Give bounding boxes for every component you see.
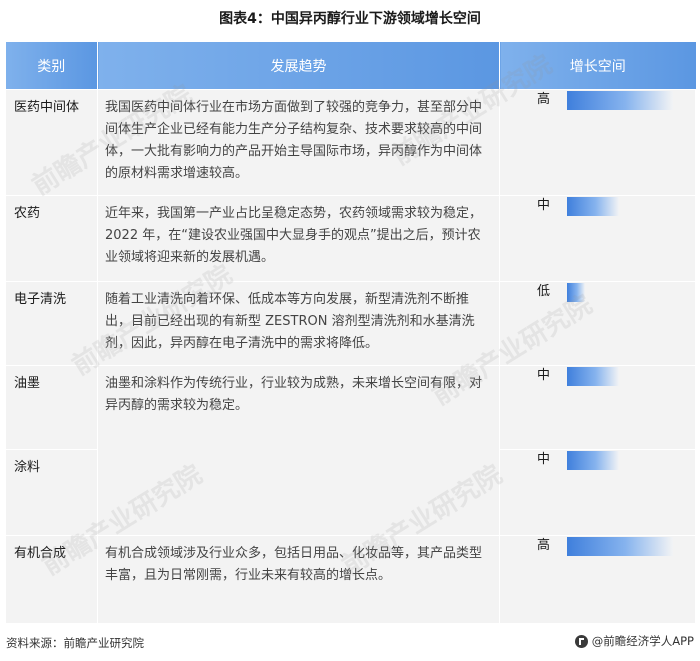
table-header-row: 类别 发展趋势 增长空间 [5,42,696,90]
growth-bar [567,366,619,386]
growth-bar [567,536,673,556]
brand-text: @前瞻经济学人APP [591,634,694,648]
category-cell: 有机合成 [5,535,98,624]
category-cell: 油墨 [5,365,98,450]
trend-cell: 近年来，我国第一产业占比呈稳定态势，农药领域需求较为稳定，2022 年，在“建设… [97,195,500,282]
category-cell: 农药 [5,195,98,282]
growth-level: 低 [537,284,551,299]
growth-level: 高 [537,538,551,553]
growth-cell: 高 [499,535,696,624]
table-row: 电子清洗 随着工业清洗向着环保、低成本等方向发展，新型清洗剂不断推出，目前已经出… [5,281,696,366]
table-row: 医药中间体 我国医药中间体行业在市场方面做到了较强的竞争力，甚至部分中间体生产企… [5,89,696,196]
trend-cell: 油墨和涂料作为传统行业，行业较为成熟，未来增长空间有限，对异丙醇的需求较为稳定。 [97,365,500,536]
header-category: 类别 [5,42,98,90]
brand-logo-icon [574,634,588,648]
trend-cell: 有机合成领域涉及行业众多，包括日用品、化妆品等，其产品类型丰富，且为日常刚需，行… [97,535,500,624]
growth-level: 高 [537,92,551,107]
growth-bar [567,90,673,110]
growth-cell: 中 [499,449,696,536]
growth-level: 中 [537,198,551,213]
category-cell: 涂料 [5,449,98,536]
header-growth: 增长空间 [499,42,696,90]
growth-cell: 中 [499,365,696,450]
table-row: 有机合成 有机合成领域涉及行业众多，包括日用品、化妆品等，其产品类型丰富，且为日… [5,535,696,624]
trend-cell: 随着工业清洗向着环保、低成本等方向发展，新型清洗剂不断推出，目前已经出现的有新型… [97,281,500,366]
category-cell: 电子清洗 [5,281,98,366]
source-note: 资料来源：前瞻产业研究院 [6,636,144,650]
growth-table: 类别 发展趋势 增长空间 医药中间体 我国医药中间体行业在市场方面做到了较强的竞… [5,42,696,624]
growth-cell: 低 [499,281,696,366]
brand-credit: @前瞻经济学人APP [574,633,694,649]
growth-level: 中 [537,368,551,383]
trend-cell: 我国医药中间体行业在市场方面做到了较强的竞争力，甚至部分中间体生产企业已经有能力… [97,89,500,196]
growth-cell: 高 [499,89,696,196]
growth-level: 中 [537,452,551,467]
growth-bar [567,282,585,302]
growth-bar [567,196,619,216]
growth-cell: 中 [499,195,696,282]
category-cell: 医药中间体 [5,89,98,196]
growth-bar [567,450,619,470]
header-trend: 发展趋势 [97,42,500,90]
table-row: 油墨 油墨和涂料作为传统行业，行业较为成熟，未来增长空间有限，对异丙醇的需求较为… [5,365,696,536]
table-row: 农药 近年来，我国第一产业占比呈稳定态势，农药领域需求较为稳定，2022 年，在… [5,195,696,282]
chart-title: 图表4：中国异丙醇行业下游领域增长空间 [219,11,481,27]
